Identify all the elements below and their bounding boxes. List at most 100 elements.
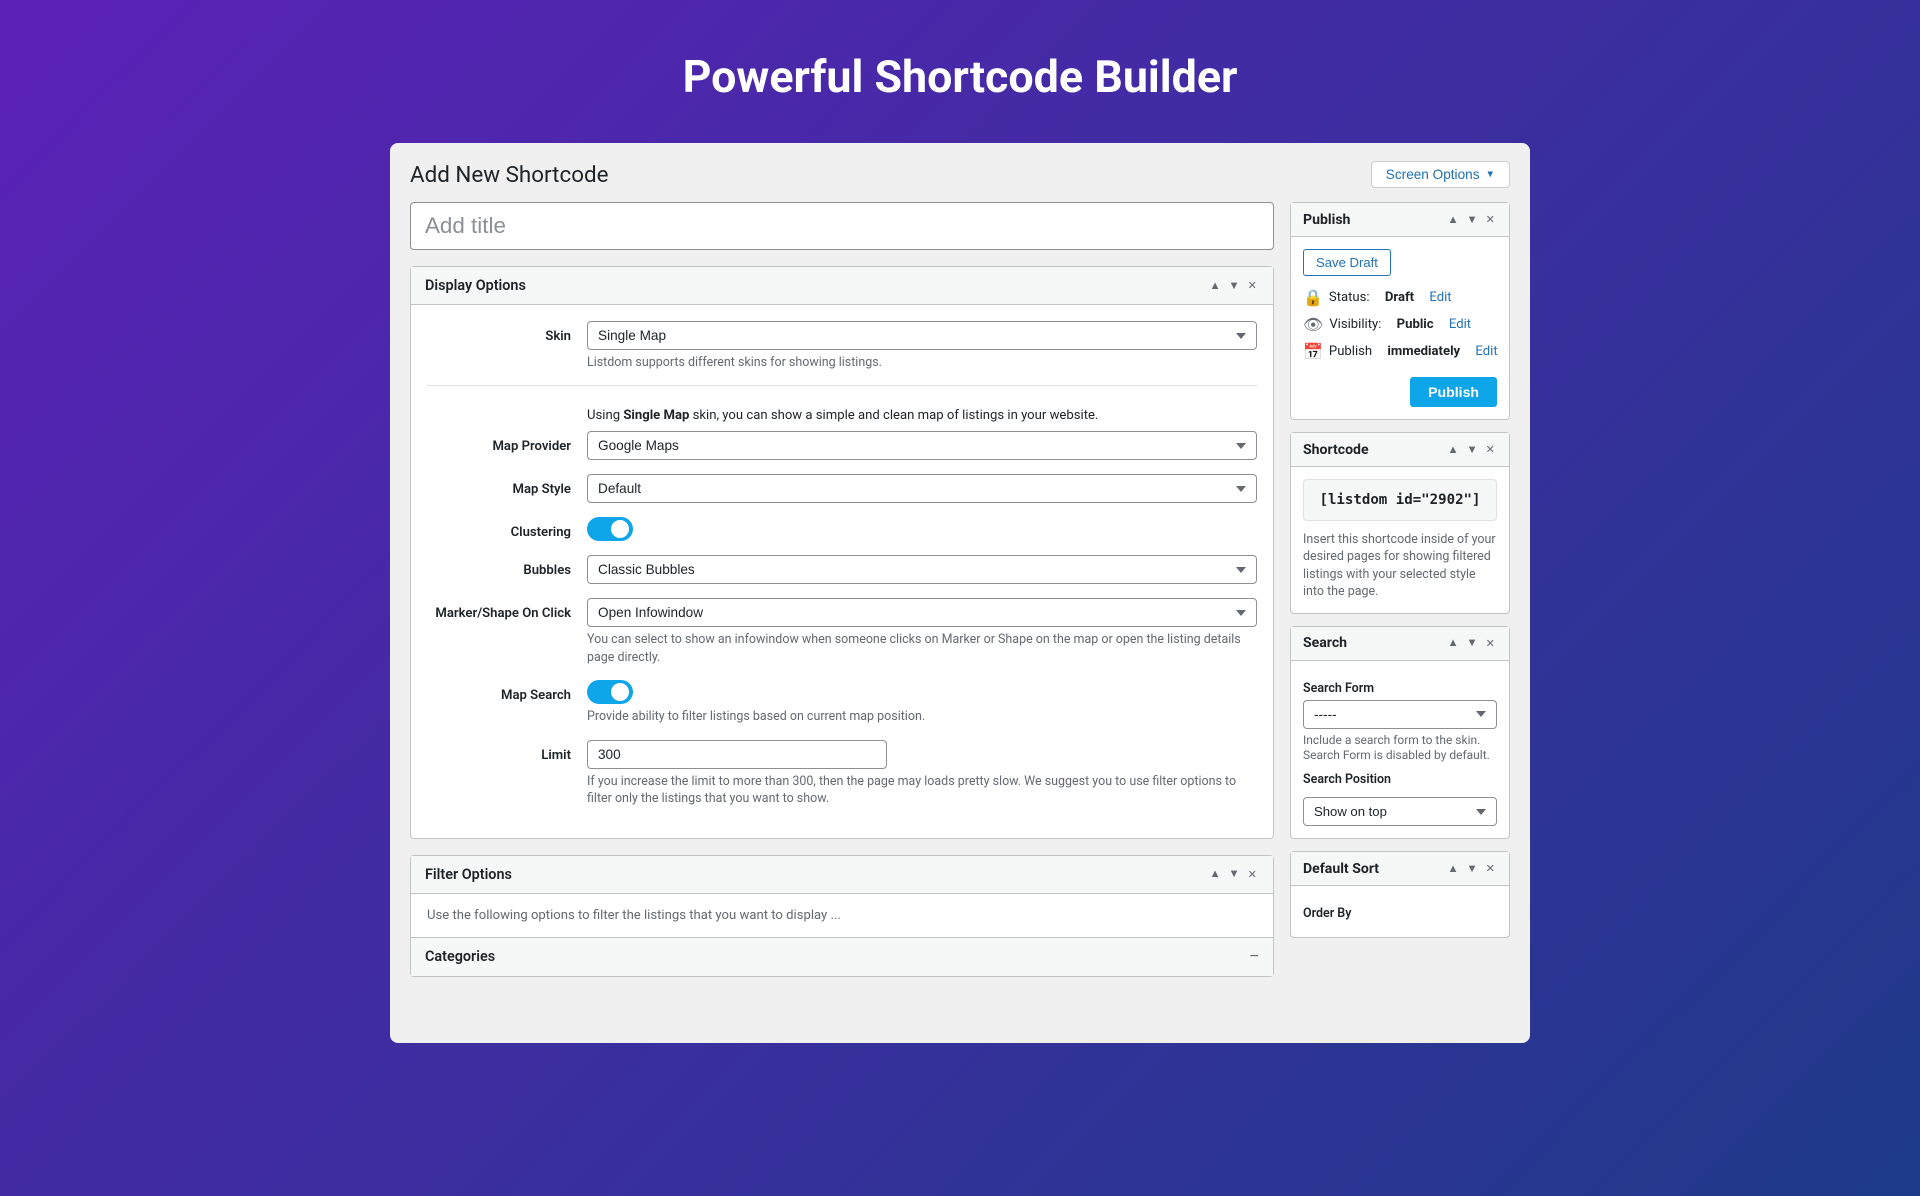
publish-panel-title: Publish — [1303, 212, 1350, 228]
limit-control: If you increase the limit to more than 3… — [587, 740, 1257, 808]
order-by-label: Order By — [1303, 906, 1497, 921]
visibility-icon: 👁 — [1303, 315, 1323, 334]
filter-options-title: Filter Options — [425, 866, 512, 883]
status-row: 🔒 Status: Draft Edit — [1303, 288, 1497, 307]
publish-button[interactable]: Publish — [1410, 377, 1497, 407]
default-sort-header: Default Sort ▲ ▼ ✕ — [1291, 852, 1509, 886]
search-panel-title: Search — [1303, 635, 1347, 651]
search-close[interactable]: ✕ — [1484, 635, 1497, 652]
bubbles-label: Bubbles — [427, 555, 587, 578]
visibility-edit-link[interactable]: Edit — [1449, 317, 1471, 332]
map-provider-control: Google Maps — [587, 431, 1257, 460]
display-options-title: Display Options — [425, 277, 526, 294]
main-container: Add New Shortcode Screen Options Display… — [390, 143, 1530, 1043]
filter-options-close[interactable]: ✕ — [1246, 866, 1259, 883]
map-search-row: Map Search Provide ability to filter lis… — [427, 680, 1257, 725]
shortcode-down[interactable]: ▼ — [1465, 441, 1480, 458]
search-down[interactable]: ▼ — [1465, 635, 1480, 652]
publish-up[interactable]: ▲ — [1445, 211, 1460, 228]
map-provider-select[interactable]: Google Maps — [587, 431, 1257, 460]
status-edit-link[interactable]: Edit — [1429, 290, 1451, 305]
map-search-hint: Provide ability to filter listings based… — [587, 708, 1257, 725]
filter-options-section: Filter Options ▲ ▼ ✕ Use the following o… — [410, 855, 1274, 977]
visibility-row: 👁 Visibility: Public Edit — [1303, 315, 1497, 334]
map-search-slider — [587, 680, 633, 704]
screen-options-button[interactable]: Screen Options — [1371, 161, 1510, 188]
display-options-section: Display Options ▲ ▼ ✕ Skin Single Map — [410, 266, 1274, 839]
status-label: Status: — [1329, 290, 1370, 305]
shortcode-panel: Shortcode ▲ ▼ ✕ [listdom id="2902"] Inse… — [1290, 432, 1510, 614]
bubbles-select[interactable]: Classic Bubbles — [587, 555, 1257, 584]
publish-time-icon: 📅 — [1303, 342, 1323, 361]
search-position-select[interactable]: Show on top — [1303, 797, 1497, 826]
visibility-value: Public — [1397, 317, 1434, 332]
display-options-down[interactable]: ▼ — [1227, 277, 1242, 294]
bubbles-control: Classic Bubbles — [587, 555, 1257, 584]
search-form-select[interactable]: ----- — [1303, 700, 1497, 729]
default-sort-controls: ▲ ▼ ✕ — [1445, 860, 1497, 877]
display-options-up[interactable]: ▲ — [1207, 277, 1222, 294]
map-provider-label: Map Provider — [427, 431, 587, 454]
display-options-header: Display Options ▲ ▼ ✕ — [411, 267, 1273, 305]
search-controls: ▲ ▼ ✕ — [1445, 635, 1497, 652]
skin-select[interactable]: Single Map — [587, 321, 1257, 350]
marker-row: Marker/Shape On Click Open Infowindow Yo… — [427, 598, 1257, 666]
skin-info-text: Using Single Map skin, you can show a si… — [427, 400, 1257, 431]
default-sort-panel: Default Sort ▲ ▼ ✕ Order By — [1290, 851, 1510, 938]
sidebar-column: Publish ▲ ▼ ✕ Save Draft 🔒 Status: Draft… — [1290, 202, 1510, 993]
filter-options-body: Use the following options to filter the … — [411, 894, 1273, 937]
shortcode-close[interactable]: ✕ — [1484, 441, 1497, 458]
publish-panel: Publish ▲ ▼ ✕ Save Draft 🔒 Status: Draft… — [1290, 202, 1510, 420]
clustering-label: Clustering — [427, 517, 587, 540]
search-up[interactable]: ▲ — [1445, 635, 1460, 652]
publish-time-value: immediately — [1387, 344, 1460, 359]
title-input[interactable] — [410, 202, 1274, 250]
publish-down[interactable]: ▼ — [1465, 211, 1480, 228]
save-draft-button[interactable]: Save Draft — [1303, 249, 1391, 276]
publish-controls: ▲ ▼ ✕ — [1445, 211, 1497, 228]
map-style-row: Map Style Default — [427, 474, 1257, 503]
filter-options-hint: Use the following options to filter the … — [427, 908, 841, 923]
search-panel-header: Search ▲ ▼ ✕ — [1291, 627, 1509, 661]
limit-row: Limit If you increase the limit to more … — [427, 740, 1257, 808]
clustering-toggle[interactable] — [587, 517, 633, 541]
hero-title: Powerful Shortcode Builder — [683, 0, 1238, 143]
map-search-control: Provide ability to filter listings based… — [587, 680, 1257, 725]
filter-options-header: Filter Options ▲ ▼ ✕ — [411, 856, 1273, 894]
categories-collapse-btn[interactable]: − — [1250, 948, 1259, 966]
clustering-row: Clustering — [427, 517, 1257, 541]
default-sort-down[interactable]: ▼ — [1465, 860, 1480, 877]
filter-options-up[interactable]: ▲ — [1207, 866, 1222, 883]
default-sort-close[interactable]: ✕ — [1484, 860, 1497, 877]
marker-select[interactable]: Open Infowindow — [587, 598, 1257, 627]
default-sort-body: Order By — [1291, 886, 1509, 937]
shortcode-up[interactable]: ▲ — [1445, 441, 1460, 458]
display-options-controls: ▲ ▼ ✕ — [1207, 277, 1259, 294]
publish-close[interactable]: ✕ — [1484, 211, 1497, 228]
shortcode-description: Insert this shortcode inside of your des… — [1303, 531, 1497, 601]
clustering-control — [587, 517, 1257, 541]
skin-hint: Listdom supports different skins for sho… — [587, 354, 1257, 371]
marker-control: Open Infowindow You can select to show a… — [587, 598, 1257, 666]
filter-options-down[interactable]: ▼ — [1227, 866, 1242, 883]
default-sort-up[interactable]: ▲ — [1445, 860, 1460, 877]
publish-panel-body: Save Draft 🔒 Status: Draft Edit 👁 Visibi… — [1291, 237, 1509, 419]
page-title: Add New Shortcode — [410, 162, 609, 188]
publish-time-edit-link[interactable]: Edit — [1475, 344, 1497, 359]
clustering-slider — [587, 517, 633, 541]
filter-options-controls: ▲ ▼ ✕ — [1207, 866, 1259, 883]
skin-control: Single Map Listdom supports different sk… — [587, 321, 1257, 371]
search-panel: Search ▲ ▼ ✕ Search Form ----- Include a… — [1290, 626, 1510, 839]
publish-time-label: Publish — [1329, 344, 1372, 359]
limit-input[interactable] — [587, 740, 887, 769]
skin-row: Skin Single Map Listdom supports differe… — [427, 321, 1257, 371]
display-options-close[interactable]: ✕ — [1246, 277, 1259, 294]
map-style-control: Default — [587, 474, 1257, 503]
content-area: Display Options ▲ ▼ ✕ Skin Single Map — [390, 202, 1530, 993]
skin-label: Skin — [427, 321, 587, 344]
search-position-label: Search Position — [1303, 772, 1497, 787]
map-search-toggle[interactable] — [587, 680, 633, 704]
map-style-select[interactable]: Default — [587, 474, 1257, 503]
publish-time-row: 📅 Publish immediately Edit — [1303, 342, 1497, 361]
display-options-body: Skin Single Map Listdom supports differe… — [411, 305, 1273, 838]
